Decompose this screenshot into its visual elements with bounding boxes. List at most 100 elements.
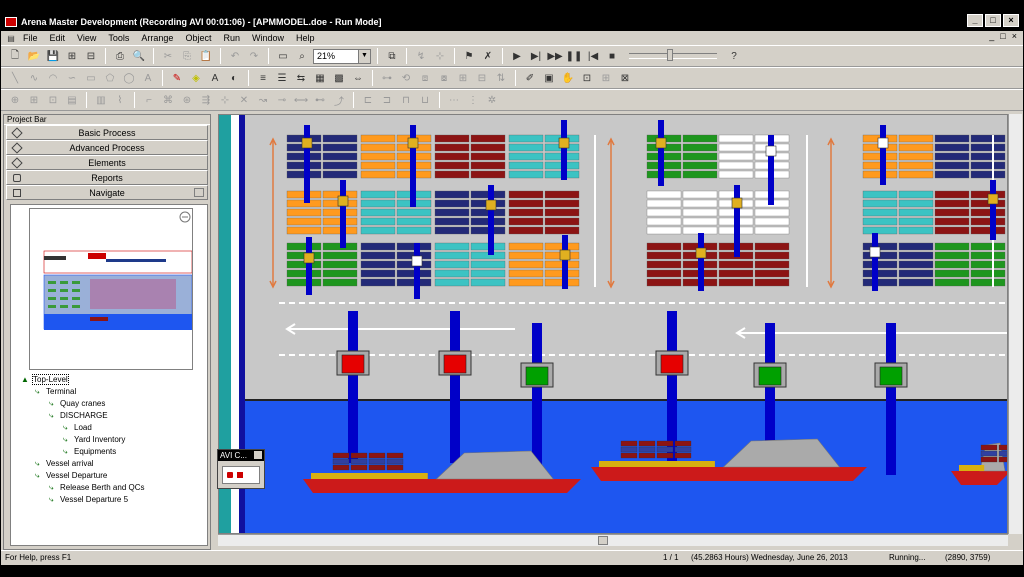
record-icon[interactable]	[227, 472, 233, 478]
menu-tools[interactable]: Tools	[102, 33, 135, 43]
tree-item[interactable]: ⤷ Vessel Departure 5	[49, 495, 128, 504]
panel-elements[interactable]: Elements	[6, 155, 208, 170]
print-icon[interactable]: ⎙	[112, 48, 128, 64]
arc-icon[interactable]: ◠	[45, 70, 61, 86]
panel-advanced-process[interactable]: Advanced Process	[6, 140, 208, 155]
polygon-icon[interactable]: ⬠	[102, 70, 118, 86]
check-model-icon[interactable]: ✗	[480, 48, 496, 64]
horizontal-scrollbar[interactable]	[218, 534, 1008, 546]
conveyor-icon[interactable]: ⋯	[446, 92, 462, 108]
queue-icon[interactable]: ⌐	[141, 92, 157, 108]
star-icon[interactable]: ✲	[484, 92, 500, 108]
network-icon[interactable]: ⊷	[312, 92, 328, 108]
text-icon[interactable]: A	[140, 70, 156, 86]
menu-window[interactable]: Window	[246, 33, 290, 43]
avi-close-icon[interactable]	[254, 451, 262, 459]
document-icon[interactable]: ▤	[5, 32, 17, 44]
intersection-icon[interactable]: ✕	[236, 92, 252, 108]
help-pointer-icon[interactable]: ?	[726, 48, 742, 64]
level-icon[interactable]: ▤	[64, 92, 80, 108]
flag-icon[interactable]: ⚑	[461, 48, 477, 64]
clock-icon[interactable]: ⊕	[7, 92, 23, 108]
menu-view[interactable]: View	[71, 33, 102, 43]
print-preview-icon[interactable]: 🔍	[131, 48, 147, 64]
mdi-minimize-button[interactable]: _	[989, 31, 994, 41]
window-background-icon[interactable]: ◐	[226, 70, 242, 86]
seize-icon[interactable]: ⊐	[379, 92, 395, 108]
date-icon[interactable]: ⊞	[26, 92, 42, 108]
panel-navigate[interactable]: Navigate	[6, 185, 208, 200]
bring-front-icon[interactable]: ⧈	[417, 70, 433, 86]
template-detach-icon[interactable]: ⊟	[83, 48, 99, 64]
vertical-scrollbar[interactable]	[1008, 114, 1022, 534]
menu-run[interactable]: Run	[217, 33, 246, 43]
panel-basic-process[interactable]: Basic Process	[6, 125, 208, 140]
global-icon[interactable]: ⊛	[179, 92, 195, 108]
box-icon[interactable]: ▭	[83, 70, 99, 86]
pause-icon[interactable]: ❚❚	[566, 48, 583, 64]
send-back-icon[interactable]: ⧇	[436, 70, 452, 86]
group-icon[interactable]: ⊞	[455, 70, 471, 86]
segment-icon[interactable]: ⊸	[274, 92, 290, 108]
line-style-icon[interactable]: ☰	[274, 70, 290, 86]
animation-speed-slider[interactable]	[629, 49, 717, 61]
end-icon[interactable]: ■	[604, 48, 620, 64]
named-views-icon[interactable]: ⊠	[617, 70, 633, 86]
route-icon[interactable]: ↝	[255, 92, 271, 108]
zoom-icon[interactable]: ⌕	[294, 48, 310, 64]
undo-icon[interactable]: ↶	[227, 48, 243, 64]
grid-fill-icon[interactable]: ▩	[331, 70, 347, 86]
menu-file[interactable]: File	[17, 33, 44, 43]
ungroup-icon[interactable]: ⊟	[474, 70, 490, 86]
promote-path-icon[interactable]: ⤴	[331, 92, 347, 108]
rotate-icon[interactable]: ⟲	[398, 70, 414, 86]
tree-item[interactable]: ⤷ Vessel Departure	[35, 471, 107, 480]
tree-item[interactable]: ⤷ Quay cranes	[49, 399, 105, 408]
maximize-button[interactable]: □	[985, 14, 1001, 27]
flip-icon[interactable]: ⇅	[493, 70, 509, 86]
save-icon[interactable]: 💾	[45, 48, 61, 64]
bezier-icon[interactable]: ∽	[64, 70, 80, 86]
fill-pattern-icon[interactable]: ▦	[312, 70, 328, 86]
paste-icon[interactable]: 📋	[198, 48, 214, 64]
tree-item[interactable]: ▲ Top-Level	[21, 374, 69, 385]
tree-item[interactable]: ⤷ Vessel arrival	[35, 459, 94, 468]
slider-knob[interactable]	[667, 49, 673, 61]
cut-icon[interactable]: ✂	[160, 48, 176, 64]
tree-item[interactable]: ⤷ DISCHARGE	[49, 411, 108, 420]
tree-item[interactable]: ⤷ Equipments	[63, 447, 116, 456]
step-icon[interactable]: ▶|	[528, 48, 544, 64]
menu-help[interactable]: Help	[290, 33, 321, 43]
minimize-button[interactable]: _	[967, 14, 983, 27]
mdi-close-button[interactable]: ×	[1012, 31, 1017, 41]
panel-options-icon[interactable]	[194, 188, 204, 197]
redo-icon[interactable]: ↷	[246, 48, 262, 64]
connect-icon[interactable]: ↯	[413, 48, 429, 64]
tree-item[interactable]: ⤷ Release Berth and QCs	[49, 483, 145, 492]
avi-capture-widget[interactable]: AVI C...	[217, 449, 265, 489]
text-color-icon[interactable]: A	[207, 70, 223, 86]
segment-conveyor-icon[interactable]: ⋮	[465, 92, 481, 108]
menu-arrange[interactable]: Arrange	[135, 33, 179, 43]
grid-icon[interactable]: ⊞	[598, 70, 614, 86]
stop-icon[interactable]	[237, 472, 243, 478]
ellipse-icon[interactable]: ◯	[121, 70, 137, 86]
layers-icon[interactable]: ⧉	[384, 48, 400, 64]
fill-color-icon[interactable]: ◈	[188, 70, 204, 86]
tree-item[interactable]: ⤷ Terminal	[35, 387, 76, 396]
show-dimensions-icon[interactable]: ⇔	[350, 70, 366, 86]
open-icon[interactable]: 📂	[26, 48, 42, 64]
zoom-select[interactable]: 21% ▼	[313, 48, 371, 64]
variable-icon[interactable]: ⊡	[45, 92, 61, 108]
screen-icon[interactable]: ▭	[275, 48, 291, 64]
new-icon[interactable]: 🗋	[7, 48, 23, 64]
submodel-icon[interactable]: ▣	[541, 70, 557, 86]
station-anim-icon[interactable]: ⊹	[217, 92, 233, 108]
close-button[interactable]: ×	[1003, 14, 1019, 27]
plot-icon[interactable]: ⌇	[112, 92, 128, 108]
tree-item[interactable]: ⤷ Yard Inventory	[63, 435, 125, 444]
polyline-icon[interactable]: ∿	[26, 70, 42, 86]
line-width-icon[interactable]: ≡	[255, 70, 271, 86]
resource-icon[interactable]: ⌘	[160, 92, 176, 108]
model-canvas[interactable]	[218, 114, 1008, 534]
